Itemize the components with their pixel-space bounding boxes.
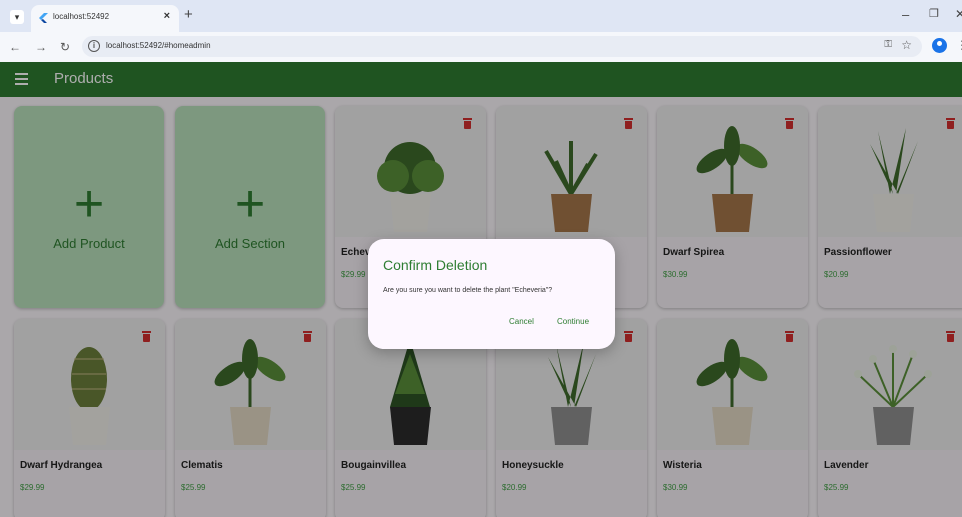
confirm-deletion-dialog: Confirm Deletion Are you sure you want t… xyxy=(368,239,615,349)
tab-strip: ▾ localhost:52492 × + – ❐ ✕ xyxy=(0,0,962,32)
restore-icon[interactable]: ❐ xyxy=(929,7,939,20)
more-menu-icon[interactable]: ⋮ xyxy=(956,38,962,52)
browser-window: ▾ localhost:52492 × + – ❐ ✕ ← → ↻ i loca… xyxy=(0,0,962,517)
url-text[interactable]: localhost:52492/#homeadmin xyxy=(106,41,211,50)
dialog-message: Are you sure you want to delete the plan… xyxy=(383,287,553,294)
new-tab-icon[interactable]: + xyxy=(184,6,193,23)
site-info-icon[interactable]: i xyxy=(88,40,100,52)
close-window-icon[interactable]: ✕ xyxy=(955,7,962,21)
forward-icon[interactable]: → xyxy=(35,40,47,54)
address-bar[interactable]: i localhost:52492/#homeadmin ⚿ ☆ xyxy=(82,36,922,57)
close-tab-icon[interactable]: × xyxy=(164,10,170,22)
continue-button[interactable]: Continue xyxy=(557,317,589,326)
reload-icon[interactable]: ↻ xyxy=(60,40,70,54)
tab-title: localhost:52492 xyxy=(53,12,110,21)
browser-toolbar: ← → ↻ i localhost:52492/#homeadmin ⚿ ☆ xyxy=(0,32,962,62)
tab-search-button[interactable]: ▾ xyxy=(10,10,24,24)
flutter-favicon-icon xyxy=(39,13,48,23)
browser-tab[interactable]: localhost:52492 × xyxy=(31,5,179,32)
cancel-button[interactable]: Cancel xyxy=(509,317,534,326)
bookmark-star-icon[interactable]: ☆ xyxy=(901,38,912,52)
profile-avatar-icon[interactable] xyxy=(932,38,947,53)
dialog-title: Confirm Deletion xyxy=(383,257,488,273)
minimize-icon[interactable]: – xyxy=(902,7,909,22)
password-key-icon[interactable]: ⚿ xyxy=(884,39,892,50)
back-icon[interactable]: ← xyxy=(9,40,21,54)
